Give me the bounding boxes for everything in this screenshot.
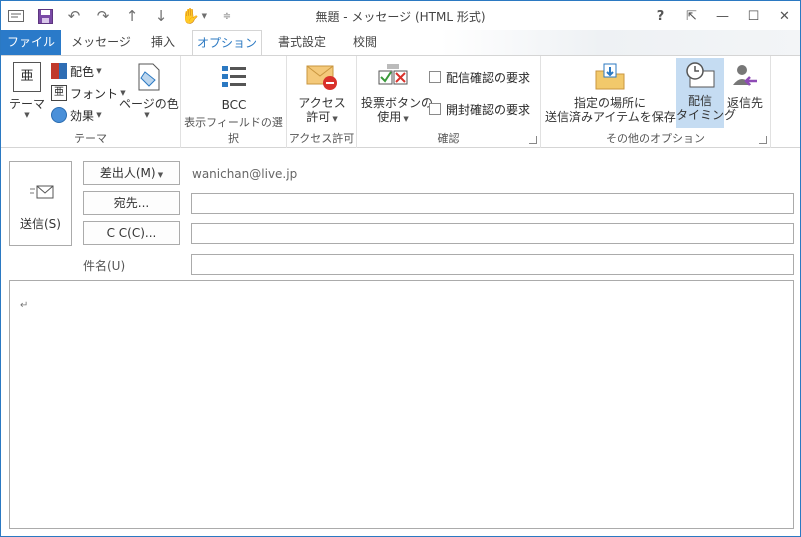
page-color-icon [133,62,161,92]
page-color-button[interactable]: ページの色 ▼ [119,60,179,128]
minimize-button[interactable]: — [707,1,738,31]
permission-label-1: アクセス [298,96,346,110]
reply-to-person-icon [731,63,759,91]
color-palette-icon [51,63,67,79]
tracking-dialog-launcher[interactable] [529,136,537,144]
delay-delivery-label-1: 配信 [687,94,712,108]
group-tracking-label: 確認 [437,132,460,145]
cc-button[interactable]: C C(C)... [83,221,180,245]
group-theme: 亜 テーマ ▼ 配色 ▼ 亜 フォント ▼ 効果 ▼ ページの色 ▼ テーマ [1,56,181,148]
save-sent-label-1: 指定の場所に [573,96,646,110]
reply-to-label: 返信先 [726,96,763,110]
paragraph-mark: ↵ [20,300,29,311]
voting-label-1: 投票ボタンの [361,96,434,110]
group-tracking: 投票ボタンの 使用 ▼ 配信確認の要求 開封確認の要求 確認 [357,56,541,148]
group-more-options: 指定の場所に 送信済みアイテムを保存 ▼ 配信 タイミング 返信先 その他のオプ… [541,56,771,148]
bcc-icon [220,63,248,91]
read-receipt-box[interactable] [429,103,441,115]
to-field[interactable] [191,193,794,214]
voting-label-2-row: 使用 ▼ [361,110,425,126]
message-body[interactable]: ↵ [9,280,794,529]
permission-dropdown-arrow: ▼ [330,115,338,123]
delay-delivery-button[interactable]: 配信 タイミング [676,58,737,128]
ribbon-tabs: ファイル メッセージ 挿入 オプション 書式設定 校閲 [1,30,800,56]
save-sent-label-2: 送信済みアイテムを保存 [545,110,676,124]
fonts-button[interactable]: 亜 フォント ▼ [51,83,126,103]
theme-icon: 亜 [13,62,41,92]
from-label: 差出人(M) [99,166,156,180]
close-button[interactable]: ✕ [769,1,800,31]
delivery-receipt-box[interactable] [429,71,441,83]
more-options-dialog-launcher[interactable] [759,136,767,144]
subject-field[interactable] [191,254,794,275]
group-permission: アクセス 許可 ▼ アクセス許可 [287,56,357,148]
from-dropdown-arrow: ▼ [155,171,164,179]
delay-delivery-label-2: タイミング [676,108,737,122]
read-receipt-label: 開封確認の要求 [446,102,531,117]
permission-label-2-row: 許可 ▼ [295,110,349,126]
delivery-receipt-label: 配信確認の要求 [446,70,531,85]
folder-save-icon [594,63,626,91]
tab-options[interactable]: オプション [192,30,262,56]
from-address: wanichan@live.jp [192,167,298,181]
effects-label: 効果 [70,108,95,123]
title-bar: ↶ ↷ ↑ ↓ ✋ ▼ ≑ 無題 - メッセージ (HTML 形式) ? ⇱ — … [1,1,800,31]
help-button[interactable]: ? [645,1,676,31]
permission-icon [306,63,338,91]
ribbon-display-options-button[interactable]: ⇱ [676,1,707,31]
fonts-icon: 亜 [51,85,67,101]
to-button[interactable]: 宛先... [83,191,180,215]
theme-button[interactable]: 亜 テーマ ▼ [7,60,47,128]
ribbon: 亜 テーマ ▼ 配色 ▼ 亜 フォント ▼ 効果 ▼ ページの色 ▼ テーマ B… [1,55,800,148]
group-permission-label: アクセス許可 [288,132,355,145]
voting-icon [377,63,409,91]
colors-dropdown-arrow: ▼ [94,67,102,75]
theme-label: テーマ [8,97,45,111]
tab-file[interactable]: ファイル [1,30,61,55]
effects-button[interactable]: 効果 ▼ [51,105,102,125]
permission-button[interactable]: アクセス 許可 ▼ [295,60,349,132]
save-sent-label-2-row: 送信済みアイテムを保存 ▼ [545,110,683,126]
read-receipt-checkbox[interactable]: 開封確認の要求 [429,100,530,118]
tab-insert[interactable]: 挿入 [139,30,187,55]
permission-label-2: 許可 [306,110,331,124]
send-button[interactable]: 送信(S) [9,161,72,246]
bcc-label: BCC [221,98,247,112]
send-label: 送信(S) [20,217,61,231]
cc-field[interactable] [191,223,794,244]
save-sent-item-to-button[interactable]: 指定の場所に 送信済みアイテムを保存 ▼ [545,60,683,132]
from-button[interactable]: 差出人(M) ▼ [83,161,180,185]
tab-message[interactable]: メッセージ [65,30,137,55]
voting-label-2: 使用 [377,110,402,124]
fonts-label: フォント [70,86,119,101]
clock-icon [684,61,716,89]
direct-replies-to-button[interactable]: 返信先 [725,60,765,120]
send-icon [30,184,54,203]
theme-dropdown-arrow: ▼ [24,111,30,119]
voting-buttons-button[interactable]: 投票ボタンの 使用 ▼ [361,60,434,132]
message-window: ↶ ↷ ↑ ↓ ✋ ▼ ≑ 無題 - メッセージ (HTML 形式) ? ⇱ — … [0,0,801,537]
bcc-button[interactable]: BCC [209,60,259,120]
effects-dropdown-arrow: ▼ [94,111,102,119]
group-show-fields-label: 表示フィールドの選択 [184,116,283,145]
voting-dropdown-arrow: ▼ [401,115,409,123]
colors-button[interactable]: 配色 ▼ [51,61,102,81]
effects-icon [51,107,67,123]
window-controls: ? ⇱ — ☐ ✕ [645,1,800,31]
delivery-receipt-checkbox[interactable]: 配信確認の要求 [429,68,530,86]
maximize-button[interactable]: ☐ [738,1,769,31]
tab-review[interactable]: 校閲 [341,30,389,55]
colors-label: 配色 [70,64,95,79]
subject-label: 件名(U) [83,259,126,273]
page-color-label: ページの色 [119,97,179,111]
tab-format-text[interactable]: 書式設定 [266,30,338,55]
group-theme-label: テーマ [74,132,107,145]
group-show-fields: BCC 表示フィールドの選択 [181,56,287,148]
group-more-options-label: その他のオプション [606,132,705,145]
page-color-dropdown-arrow: ▼ [144,111,150,119]
